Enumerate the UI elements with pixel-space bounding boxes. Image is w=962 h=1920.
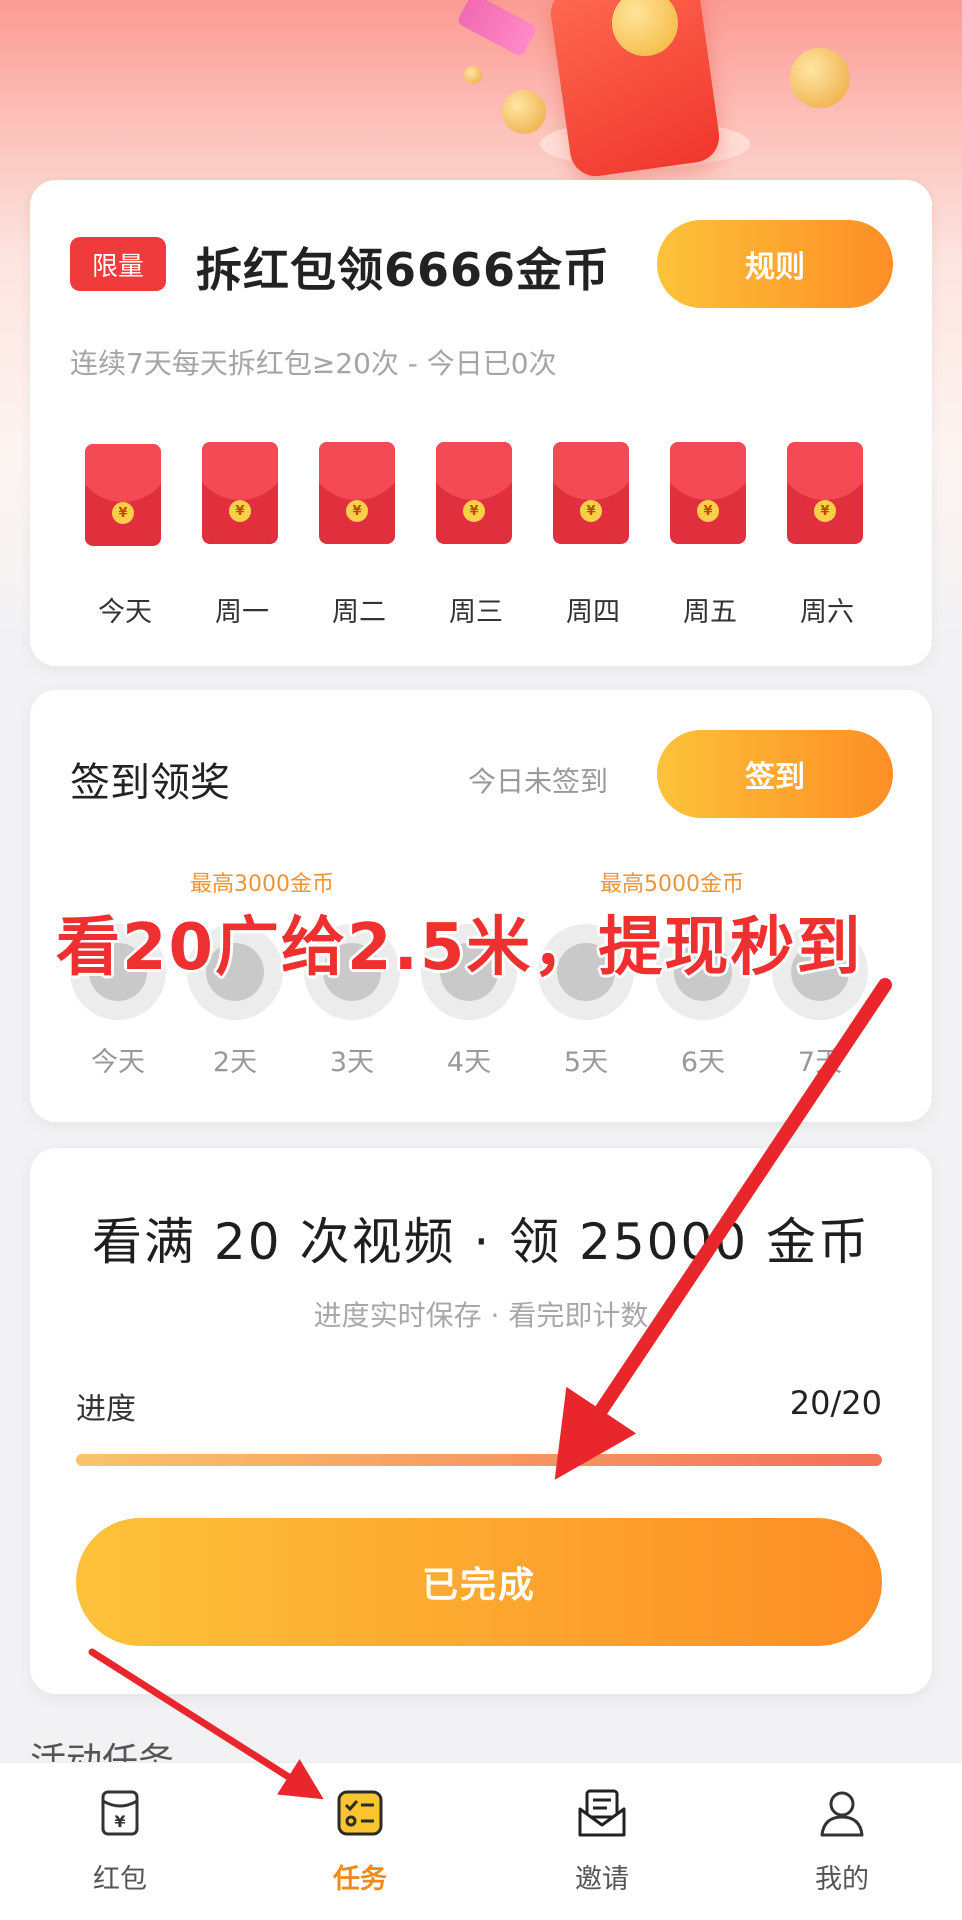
redpacket-title: 拆红包领6666金币 [196, 243, 611, 297]
progress-bar [76, 1454, 882, 1466]
nav-label: 任务 [333, 1864, 387, 1895]
rules-button[interactable]: 规则 [657, 220, 893, 308]
envelope-day-label: 今天 [98, 597, 152, 628]
signin-button[interactable]: 签到 [657, 730, 893, 818]
red-envelope-icon: ¥ [319, 442, 395, 544]
svg-text:¥: ¥ [114, 1812, 125, 1831]
envelope-day[interactable]: ¥ 周六 [787, 442, 867, 628]
signin-day-label: 5天 [563, 1047, 609, 1078]
signin-day-label: 4天 [446, 1047, 492, 1078]
video-task-title: 看满 20 次视频 · 领 25000 金币 [92, 1213, 870, 1271]
envelope-day-label: 周一 [215, 597, 269, 628]
completed-button[interactable]: 已完成 [76, 1518, 882, 1646]
envelope-day[interactable]: ¥ 今天 [85, 444, 165, 628]
progress-fill [76, 1454, 882, 1466]
bonus-label-right: 最高5000金币 [600, 872, 744, 897]
nav-item-profile[interactable]: 我的 [772, 1787, 912, 1896]
signin-day-label: 2天 [212, 1047, 258, 1078]
signin-day-label: 6天 [680, 1047, 726, 1078]
coin-icon [790, 48, 850, 108]
red-packet-illustration [440, 0, 880, 180]
envelope-day-label: 周三 [449, 597, 503, 628]
redpacket-subtitle: 连续7天每天拆红包≥20次 - 今日已0次 [70, 347, 557, 380]
video-task-subtitle: 进度实时保存 · 看完即计数 [313, 1299, 649, 1332]
red-envelope-icon: ¥ [553, 442, 629, 544]
envelope-day[interactable]: ¥ 周二 [319, 442, 399, 628]
red-envelope-icon: ¥ [85, 444, 161, 546]
envelope-day-label: 周四 [566, 597, 620, 628]
limited-tag: 限量 [70, 237, 166, 291]
bonus-label-left: 最高3000金币 [190, 872, 334, 897]
bottom-nav: ¥ 红包 任务 邀请 我的 [0, 1762, 962, 1920]
nav-item-redpacket[interactable]: ¥ 红包 [50, 1787, 190, 1896]
nav-label: 邀请 [575, 1864, 629, 1895]
signin-status: 今日未签到 [468, 765, 609, 798]
envelope-day[interactable]: ¥ 周五 [670, 442, 750, 628]
red-envelope-icon: ¥ [670, 442, 746, 544]
envelope-day-label: 周五 [683, 597, 737, 628]
signin-day-label: 7天 [797, 1047, 843, 1078]
red-envelope-icon: ¥ [436, 442, 512, 544]
red-packet-icon: ¥ [101, 1790, 139, 1836]
invite-mail-icon [578, 1789, 626, 1837]
envelope-row: ¥ 今天 ¥ 周一 ¥ 周二 ¥ 周三 ¥ 周四 ¥ 周五 ¥ 周六 [85, 442, 885, 642]
signin-day-label: 今天 [91, 1047, 145, 1078]
envelope-day[interactable]: ¥ 周四 [553, 442, 633, 628]
nav-item-invite[interactable]: 邀请 [532, 1787, 672, 1896]
overlay-caption: 看20广给2.5米，提现秒到 [56, 911, 863, 985]
nav-item-tasks[interactable]: 任务 [290, 1787, 430, 1896]
envelope-day[interactable]: ¥ 周三 [436, 442, 516, 628]
progress-count: 20/20 [789, 1384, 882, 1422]
envelope-day-label: 周六 [800, 597, 854, 628]
envelope-day-label: 周二 [332, 597, 386, 628]
red-envelope-icon: ¥ [202, 442, 278, 544]
envelope-day[interactable]: ¥ 周一 [202, 442, 282, 628]
redpacket-card: 限量 拆红包领6666金币 规则 连续7天每天拆红包≥20次 - 今日已0次 ¥… [30, 180, 932, 666]
red-envelope-icon: ¥ [787, 442, 863, 544]
coin-icon [464, 66, 482, 84]
task-list-icon [337, 1790, 383, 1836]
profile-icon [820, 1791, 864, 1837]
nav-label: 我的 [815, 1864, 869, 1895]
signin-day-label: 3天 [329, 1047, 375, 1078]
coin-icon [502, 90, 546, 134]
nav-label: 红包 [93, 1864, 147, 1895]
signin-title: 签到领奖 [70, 760, 230, 806]
video-task-card: 看满 20 次视频 · 领 25000 金币 进度实时保存 · 看完即计数 进度… [30, 1148, 932, 1694]
progress-label: 进度 [76, 1392, 136, 1427]
